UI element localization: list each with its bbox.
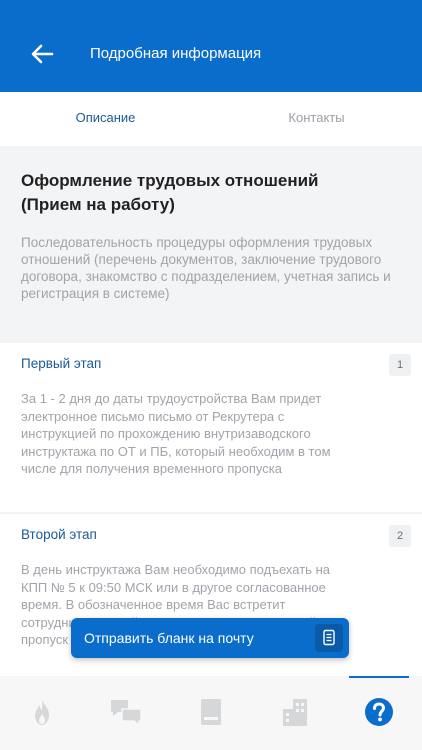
article-header: Оформление трудовых отношений (Прием на … xyxy=(0,146,422,341)
buildings-icon[interactable] xyxy=(277,696,313,728)
page-title: Подробная информация xyxy=(90,45,262,62)
card-icon[interactable] xyxy=(193,696,229,728)
tab-description[interactable]: Описание xyxy=(0,92,211,146)
content-scroll[interactable]: Оформление трудовых отношений (Прием на … xyxy=(0,146,422,676)
article-title: Оформление трудовых отношений (Прием на … xyxy=(21,171,319,214)
stage-number-badge: 1 xyxy=(389,354,411,376)
arrow-left-icon[interactable] xyxy=(26,38,58,70)
app-bar: Подробная информация xyxy=(0,0,422,92)
send-form-button[interactable]: Отправить бланк на почту xyxy=(71,618,349,658)
stage-title: Первый этап xyxy=(21,356,102,371)
send-form-label: Отправить бланк на почту xyxy=(84,630,254,646)
stage-number-badge: 2 xyxy=(389,525,411,547)
article-description: Последовательность процедуры оформления … xyxy=(21,235,391,301)
tab-bar: Описание Контакты xyxy=(0,92,422,146)
stage-title: Второй этап xyxy=(21,527,97,542)
stage-card: Первый этап 1 За 1 - 2 дня до даты трудо… xyxy=(0,343,422,512)
chat-icon[interactable] xyxy=(108,696,144,728)
help-icon[interactable] xyxy=(361,696,397,728)
document-icon xyxy=(315,624,343,652)
fire-icon[interactable] xyxy=(24,696,60,728)
tab-contacts[interactable]: Контакты xyxy=(211,92,422,146)
bottom-navigation xyxy=(0,676,422,750)
active-tab-indicator xyxy=(349,676,409,678)
stage-text: За 1 - 2 дня до даты трудоустройства Вам… xyxy=(21,391,331,476)
